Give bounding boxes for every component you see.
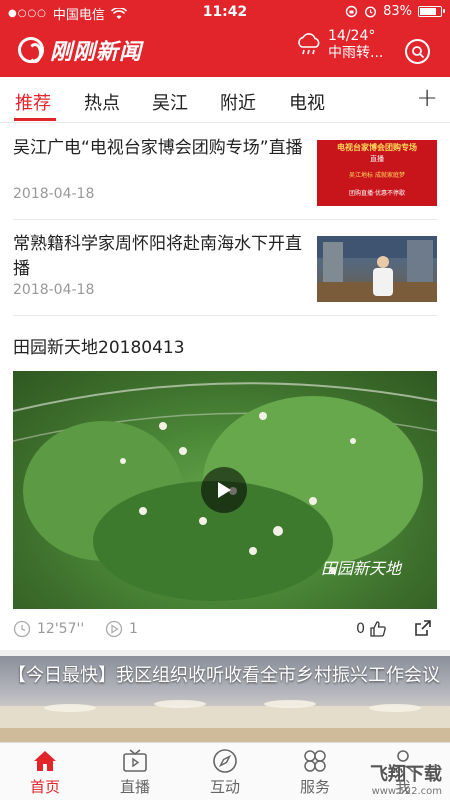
video-meta: 12'57'' 1 0 bbox=[13, 618, 437, 644]
play-button[interactable] bbox=[201, 467, 247, 513]
rain-cloud-icon bbox=[298, 33, 320, 55]
news-thumbnail: 电视台家博会团购专场 直播 吴江地标 成就家庭梦 团购直播·优惠不停歇 bbox=[317, 140, 437, 206]
news-title: 常熟籍科学家周怀阳将赴南海水下开直播 bbox=[13, 234, 302, 279]
app-header: ●○○○ 中国电信 11:42 83% 刚刚新闻 14/24° 中雨转... bbox=[0, 0, 450, 77]
watermark: 飞翔下载 www.522.com bbox=[370, 764, 442, 797]
tab-wujiang[interactable]: 吴江 bbox=[152, 89, 188, 115]
app-logo: 刚刚新闻 bbox=[18, 34, 142, 66]
news-date: 2018-04-18 bbox=[13, 186, 95, 202]
like-count: 0 bbox=[356, 621, 365, 637]
home-icon bbox=[34, 751, 56, 771]
nav-label: 互动 bbox=[209, 778, 240, 796]
tab-tv[interactable]: 电视 bbox=[289, 89, 325, 115]
headline-banner[interactable]: 【今日最快】我区组织收听收看全市乡村振兴工作会议 bbox=[0, 656, 450, 742]
logo-text: 刚刚新闻 bbox=[50, 40, 143, 65]
tv-icon bbox=[123, 749, 147, 772]
news-thumbnail bbox=[317, 236, 437, 302]
nav-label: 直播 bbox=[119, 778, 150, 796]
active-tab-indicator bbox=[14, 118, 56, 121]
add-channel-button[interactable]: + bbox=[416, 83, 438, 113]
video-caption: 田园新天地 bbox=[320, 559, 401, 578]
grid-icon bbox=[304, 750, 326, 772]
nav-home[interactable]: 首页 bbox=[10, 748, 80, 797]
logo-mark-icon bbox=[18, 37, 44, 63]
rotation-lock-icon bbox=[345, 5, 358, 18]
app-screen: ●○○○ 中国电信 11:42 83% 刚刚新闻 14/24° 中雨转... 推… bbox=[0, 0, 450, 800]
compass-icon bbox=[213, 749, 237, 773]
share-icon bbox=[415, 620, 431, 636]
news-item[interactable]: 吴江广电“电视台家博会团购专场”直播 2018-04-18 电视台家博会团购专场… bbox=[13, 124, 437, 220]
category-tabs: 推荐 热点 吴江 附近 电视 + bbox=[0, 77, 450, 123]
thumbs-up-icon bbox=[370, 621, 386, 637]
play-count: 1 bbox=[129, 621, 138, 637]
battery-percent: 83% bbox=[383, 4, 412, 19]
battery-icon bbox=[418, 6, 445, 17]
tab-recommend[interactable]: 推荐 bbox=[15, 89, 51, 115]
alarm-icon bbox=[365, 6, 377, 18]
like-button[interactable]: 0 bbox=[356, 620, 387, 638]
nav-interact[interactable]: 互动 bbox=[190, 748, 260, 797]
weather-temp: 14/24° bbox=[328, 28, 376, 44]
share-button[interactable] bbox=[413, 618, 433, 642]
nav-label: 服务 bbox=[299, 778, 330, 796]
clock-icon bbox=[13, 620, 31, 638]
nav-services[interactable]: 服务 bbox=[280, 748, 350, 797]
weather-widget[interactable]: 14/24° 中雨转... bbox=[296, 28, 383, 62]
news-title: 吴江广电“电视台家博会团购专场”直播 bbox=[13, 138, 303, 158]
nav-live[interactable]: 直播 bbox=[100, 748, 170, 797]
video-title[interactable]: 田园新天地20180413 bbox=[13, 333, 185, 358]
nav-label: 首页 bbox=[29, 778, 60, 796]
search-button[interactable] bbox=[405, 39, 430, 64]
play-count-icon bbox=[105, 620, 123, 638]
weather-desc: 中雨转... bbox=[328, 45, 384, 61]
status-bar: ●○○○ 中国电信 11:42 83% bbox=[0, 0, 450, 24]
news-date: 2018-04-18 bbox=[13, 282, 95, 298]
tab-nearby[interactable]: 附近 bbox=[220, 89, 256, 115]
play-icon bbox=[218, 482, 231, 498]
video-duration: 12'57'' bbox=[37, 621, 85, 637]
banner-headline: 【今日最快】我区组织收听收看全市乡村振兴工作会议 bbox=[8, 665, 440, 686]
news-item[interactable]: 常熟籍科学家周怀阳将赴南海水下开直播 2018-04-18 bbox=[13, 220, 437, 316]
search-icon bbox=[411, 45, 424, 58]
tab-hot[interactable]: 热点 bbox=[84, 89, 120, 115]
video-player[interactable]: 田园新天地 bbox=[13, 371, 437, 609]
